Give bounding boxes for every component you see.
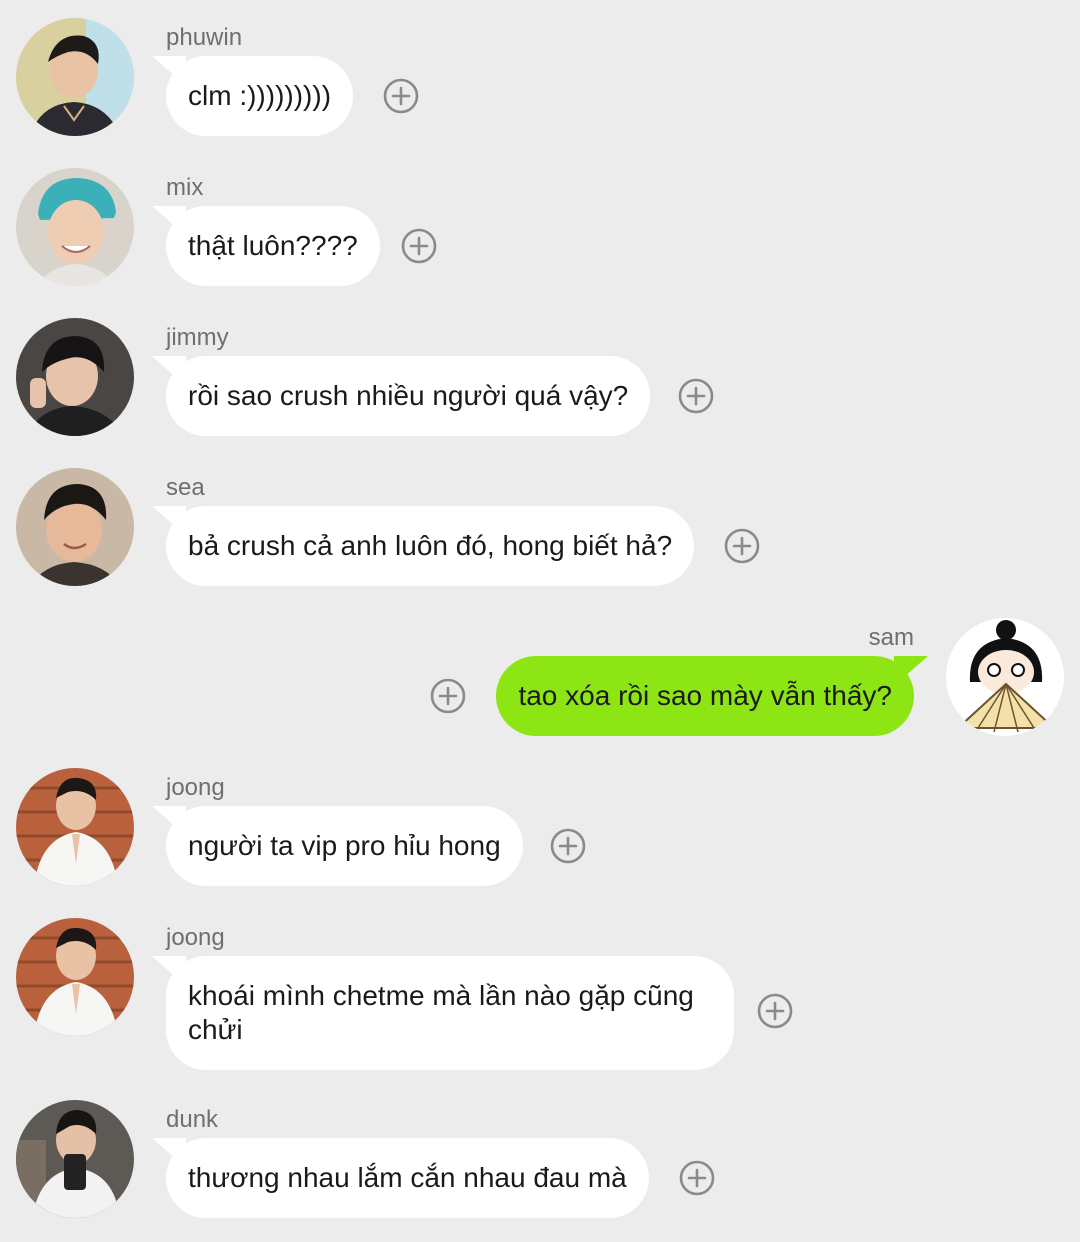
message-bubble[interactable]: người ta vip pro hỉu hong <box>166 806 523 886</box>
avatar[interactable] <box>16 768 134 886</box>
message-bubble[interactable]: khoái mình chetme mà lần nào gặp cũng ch… <box>166 956 734 1070</box>
profile-photo-icon <box>946 618 1064 736</box>
message-bubble[interactable]: clm :))))))))) <box>166 56 354 136</box>
profile-photo-icon <box>16 468 134 586</box>
profile-photo-icon <box>16 18 134 136</box>
sender-name: jimmy <box>166 324 229 351</box>
plus-circle-icon[interactable] <box>757 993 793 1029</box>
plus-circle-icon[interactable] <box>679 1160 715 1196</box>
plus-circle-icon[interactable] <box>383 78 419 114</box>
message-row: jimmy rồi sao crush nhiều người quá vậy? <box>0 300 1080 450</box>
avatar[interactable] <box>16 318 134 436</box>
sender-name: mix <box>166 174 204 201</box>
plus-circle-icon[interactable] <box>678 378 714 414</box>
sender-name: joong <box>166 774 225 801</box>
message-row: joong khoái mình chetme mà lần nào gặp c… <box>0 900 1080 1082</box>
avatar[interactable] <box>16 468 134 586</box>
avatar[interactable] <box>16 168 134 286</box>
avatar[interactable] <box>946 618 1064 736</box>
message-row: sea bả crush cả anh luôn đó, hong biết h… <box>0 450 1080 600</box>
message-bubble[interactable]: bả crush cả anh luôn đó, hong biết hả? <box>166 506 695 586</box>
profile-photo-icon <box>16 318 134 436</box>
message-row: mix thật luôn???? <box>0 150 1080 300</box>
message-row: sam tao xóa rồi sao mày vẫn thấy? <box>0 600 1080 750</box>
message-bubble[interactable]: tao xóa rồi sao mày vẫn thấy? <box>496 656 914 736</box>
avatar[interactable] <box>16 18 134 136</box>
plus-circle-icon[interactable] <box>724 528 760 564</box>
message-bubble[interactable]: thương nhau lắm cắn nhau đau mà <box>166 1138 649 1218</box>
profile-photo-icon <box>16 918 134 1036</box>
message-bubble[interactable]: thật luôn???? <box>166 206 380 286</box>
message-row: dunk thương nhau lắm cắn nhau đau mà <box>0 1082 1080 1242</box>
sender-name: phuwin <box>166 24 243 51</box>
avatar[interactable] <box>16 1100 134 1218</box>
sender-name: joong <box>166 924 225 951</box>
sender-name: sam <box>868 624 914 651</box>
sender-name: sea <box>166 474 205 501</box>
profile-photo-icon <box>16 168 134 286</box>
avatar[interactable] <box>16 918 134 1036</box>
message-bubble[interactable]: rồi sao crush nhiều người quá vậy? <box>166 356 651 436</box>
message-row: joong người ta vip pro hỉu hong <box>0 750 1080 900</box>
plus-circle-icon[interactable] <box>430 678 466 714</box>
profile-photo-icon <box>16 1100 134 1218</box>
plus-circle-icon[interactable] <box>401 228 437 264</box>
message-row: phuwin clm :))))))))) <box>0 0 1080 150</box>
profile-photo-icon <box>16 768 134 886</box>
sender-name: dunk <box>166 1106 219 1133</box>
plus-circle-icon[interactable] <box>550 828 586 864</box>
